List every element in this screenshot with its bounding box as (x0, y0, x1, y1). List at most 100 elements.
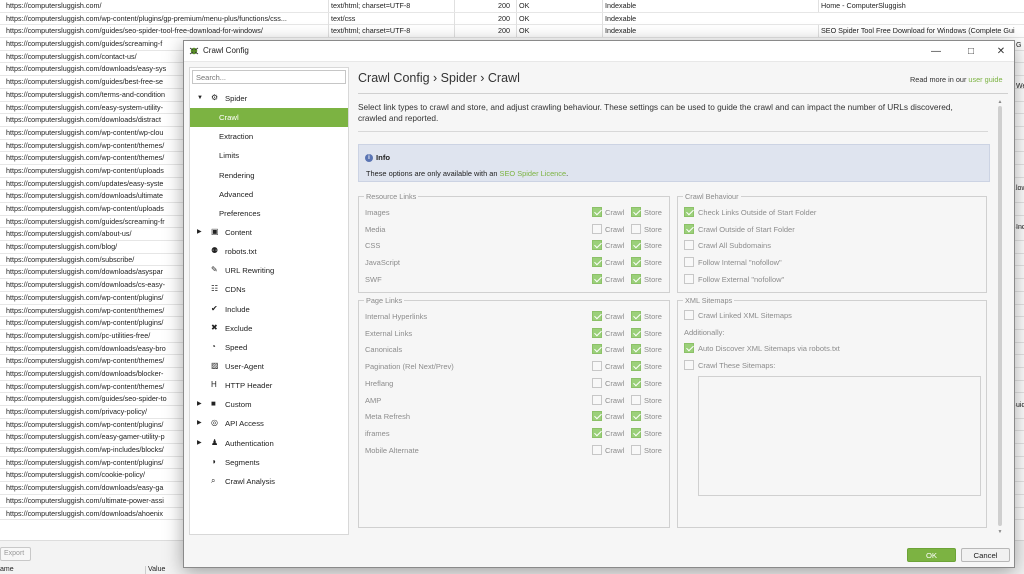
canonicals-store-checkbox[interactable] (631, 344, 641, 355)
check-links-outside-of-start-folder-checkbox[interactable] (684, 207, 694, 217)
sidebar-item-advanced[interactable]: Advanced (190, 185, 348, 204)
css-crawl-checkbox[interactable] (592, 240, 602, 251)
iframes-crawl-checkbox[interactable] (592, 427, 602, 438)
sidebar-item-authentication[interactable]: ▶ ♟ Authentication (190, 434, 348, 453)
sidebar-item-custom[interactable]: ▶ ■ Custom (190, 395, 348, 414)
collapsed-arrow-icon[interactable]: ▶ (197, 414, 202, 433)
external-links-crawl-checkbox[interactable] (592, 327, 602, 338)
option-row-mobile-alternate: Mobile Alternate Crawl Store (365, 444, 669, 458)
amp-store-checkbox[interactable] (631, 394, 641, 405)
table-cell: text/html; charset=UTF-8 (328, 25, 452, 38)
close-button[interactable]: ✕ (986, 41, 1016, 62)
media-crawl-checkbox[interactable] (592, 223, 602, 234)
follow-internal-nofollow-label: Follow Internal "nofollow" (698, 258, 782, 268)
crawl-all-subdomains-checkbox[interactable] (684, 240, 694, 251)
mobile-alternate-store-checkbox[interactable] (631, 444, 641, 455)
crawl-linked-sitemaps-checkbox[interactable] (684, 310, 694, 320)
collapsed-arrow-icon[interactable]: ▶ (197, 223, 202, 242)
sidebar-item-label: API Access (225, 419, 264, 429)
sidebar-item-spider[interactable]: ▼ ⚙ Spider (190, 89, 348, 108)
option-follow-internal-nofollow[interactable]: Follow Internal "nofollow" (684, 256, 974, 270)
table-cell: Indexable (602, 0, 688, 12)
option-label: CSS (365, 241, 381, 251)
auto-discover-sitemaps-checkbox[interactable] (684, 343, 694, 353)
main-scrollbar[interactable]: ▲ ▼ (996, 99, 1004, 537)
hreflang-crawl-checkbox[interactable] (592, 377, 602, 388)
cancel-button[interactable]: Cancel (961, 548, 1010, 562)
sidebar-item-content[interactable]: ▶ ▣ Content (190, 223, 348, 242)
swf-crawl-checkbox[interactable] (592, 273, 602, 284)
sidebar-item-exclude[interactable]: ✖ Exclude (190, 319, 348, 338)
table-row[interactable]: https://computersluggish.com/guides/seo-… (0, 25, 1024, 39)
meta-refresh-store-checkbox[interactable] (631, 411, 641, 422)
option-check-links-outside-of-start-folder[interactable]: Check Links Outside of Start Folder (684, 206, 974, 220)
sidebar-item-include[interactable]: ✔ Include (190, 300, 348, 319)
canonicals-crawl-checkbox[interactable] (592, 344, 602, 355)
ok-button[interactable]: OK (907, 548, 956, 562)
sidebar-item-cdns[interactable]: ☷ CDNs (190, 280, 348, 299)
option-crawl-all-subdomains[interactable]: Crawl All Subdomains (684, 239, 974, 253)
css-store-checkbox[interactable] (631, 240, 641, 251)
pagination-rel-next-prev-store-checkbox[interactable] (631, 361, 641, 372)
collapsed-arrow-icon[interactable]: ▶ (197, 395, 202, 414)
option-follow-external-nofollow[interactable]: Follow External "nofollow" (684, 273, 974, 287)
meta-refresh-crawl-checkbox[interactable] (592, 411, 602, 422)
option-label: iframes (365, 428, 390, 438)
sitemaps-textarea[interactable] (698, 376, 981, 496)
sidebar-item-crawl[interactable]: Crawl (190, 108, 348, 128)
sidebar-item-http-header[interactable]: H HTTP Header (190, 376, 348, 395)
crawl-these-sitemaps-option[interactable]: Crawl These Sitemaps: (684, 359, 974, 373)
check-links-outside-of-start-folder-label: Check Links Outside of Start Folder (698, 208, 817, 217)
images-crawl-checkbox[interactable] (592, 207, 602, 217)
sidebar-nav: ▼ ⚙ Spider Crawl Extraction Limits Rendering Ad… (190, 89, 348, 491)
sidebar-item-robots-txt[interactable]: ⚉ robots.txt (190, 242, 348, 261)
javascript-store-checkbox[interactable] (631, 257, 641, 268)
swf-store-checkbox[interactable] (631, 273, 641, 284)
internal-hyperlinks-store-checkbox[interactable] (631, 311, 641, 321)
crawl-outside-of-start-folder-checkbox[interactable] (684, 223, 694, 234)
sidebar-search-input[interactable] (192, 70, 346, 84)
sidebar-item-url-rewriting[interactable]: ✎ URL Rewriting (190, 261, 348, 280)
sidebar-item-speed[interactable]: ◔ Speed (190, 338, 348, 357)
sidebar-item-crawl-analysis[interactable]: ⌕ Crawl Analysis (190, 472, 348, 491)
sidebar-item-segments[interactable]: ◑ Segments (190, 453, 348, 472)
crawl-these-sitemaps-checkbox[interactable] (684, 360, 694, 370)
sidebar-item-user-agent[interactable]: ▨ User-Agent (190, 357, 348, 376)
internal-hyperlinks-crawl-checkbox[interactable] (592, 311, 602, 321)
export-button[interactable]: Export (0, 547, 31, 561)
external-links-store-checkbox[interactable] (631, 327, 641, 338)
scroll-down-icon[interactable]: ▼ (996, 529, 1004, 535)
dialog-titlebar[interactable]: Crawl Config — □ ✕ (184, 41, 1014, 62)
scroll-up-icon[interactable]: ▲ (996, 99, 1004, 105)
auto-discover-sitemaps-option[interactable]: Auto Discover XML Sitemaps via robots.tx… (684, 342, 974, 356)
collapsed-arrow-icon[interactable]: ▶ (197, 434, 202, 453)
follow-external-nofollow-checkbox[interactable] (684, 273, 694, 284)
xml-sitemaps-title: XML Sitemaps (683, 296, 735, 305)
user-guide-link[interactable]: user guide (968, 75, 1002, 84)
sidebar-item-api-access[interactable]: ▶ ◎ API Access (190, 414, 348, 433)
crawl-linked-sitemaps-option[interactable]: Crawl Linked XML Sitemaps (684, 309, 974, 323)
amp-crawl-checkbox[interactable] (592, 394, 602, 405)
option-crawl-outside-of-start-folder[interactable]: Crawl Outside of Start Folder (684, 223, 974, 237)
sidebar-item-limits[interactable]: Limits (190, 146, 348, 165)
media-store-checkbox[interactable] (631, 223, 641, 234)
minimize-button[interactable]: — (921, 41, 951, 62)
table-row[interactable]: https://computersluggish.com/wp-content/… (0, 12, 1024, 26)
option-row-meta-refresh: Meta Refresh Crawl Store (365, 410, 669, 424)
mobile-alternate-crawl-checkbox[interactable] (592, 444, 602, 455)
follow-internal-nofollow-checkbox[interactable] (684, 257, 694, 268)
licence-link[interactable]: SEO Spider Licence (500, 169, 567, 178)
sidebar-item-rendering[interactable]: Rendering (190, 166, 348, 185)
iframes-store-checkbox[interactable] (631, 427, 641, 438)
sidebar-item-extraction[interactable]: Extraction (190, 127, 348, 146)
expanded-arrow-icon[interactable]: ▼ (197, 89, 203, 108)
table-row[interactable]: https://computersluggish.com/text/html; … (0, 0, 1024, 13)
sidebar-item-label: Limits (219, 151, 240, 161)
sidebar-item-preferences[interactable]: Preferences (190, 204, 348, 223)
scrollbar-thumb[interactable] (998, 106, 1002, 526)
pagination-rel-next-prev-crawl-checkbox[interactable] (592, 361, 602, 372)
javascript-crawl-checkbox[interactable] (592, 257, 602, 268)
hreflang-store-checkbox[interactable] (631, 377, 641, 388)
images-store-checkbox[interactable] (631, 207, 641, 217)
maximize-button[interactable]: □ (956, 41, 986, 62)
